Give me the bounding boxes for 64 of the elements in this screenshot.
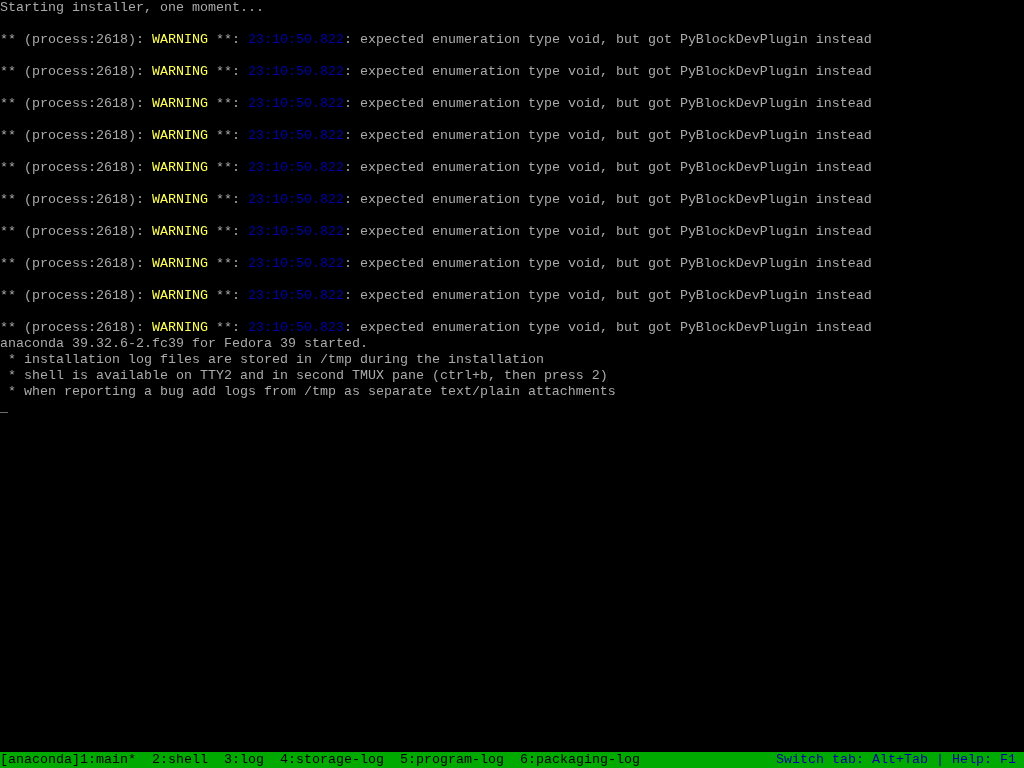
process-prefix: ** (process:2618): [0,96,144,111]
warning-label: WARNING [151,96,208,111]
warning-marker: **: [215,288,240,303]
warning-label: WARNING [151,320,208,335]
timestamp: 23:10:50.822 [247,32,344,47]
process-prefix: ** (process:2618): [0,320,144,335]
warning-message: : expected enumeration type void, but got PyBlockDevPlugin instead [343,32,872,47]
process-prefix: ** (process:2618): [0,192,144,207]
warning-marker: **: [215,32,240,47]
window-tab[interactable]: 4:storage-log [280,752,384,767]
console-line: * installation log files are stored in /tmp during the installation [7,352,544,367]
warning-label: WARNING [151,256,208,271]
console-line: * shell is available on TTY2 and in second TMUX pane (ctrl+b, then press 2) [7,368,608,383]
warning-marker: **: [215,96,240,111]
process-prefix: ** (process:2618): [0,160,144,175]
session-name: [anaconda] [0,752,80,767]
warning-message: : expected enumeration type void, but got PyBlockDevPlugin instead [343,224,872,239]
warning-marker: **: [215,160,240,175]
process-prefix: ** (process:2618): [0,288,144,303]
timestamp: 23:10:50.822 [247,192,344,207]
warning-marker: **: [215,256,240,271]
process-prefix: ** (process:2618): [0,64,144,79]
warning-marker: **: [215,128,240,143]
timestamp: 23:10:50.822 [247,128,344,143]
process-prefix: ** (process:2618): [0,128,144,143]
warning-message: : expected enumeration type void, but got PyBlockDevPlugin instead [343,96,872,111]
timestamp: 23:10:50.822 [247,224,344,239]
warning-message: : expected enumeration type void, but got PyBlockDevPlugin instead [343,288,872,303]
warning-label: WARNING [151,288,208,303]
timestamp: 23:10:50.822 [247,64,344,79]
window-tab[interactable]: 1:main* [80,752,136,767]
status-hint: Switch tab: Alt+Tab | Help: F1 [776,752,1016,768]
warning-marker: **: [215,224,240,239]
warning-marker: **: [215,64,240,79]
timestamp: 23:10:50.822 [247,256,344,271]
warning-message: : expected enumeration type void, but got PyBlockDevPlugin instead [343,160,872,175]
warning-message: : expected enumeration type void, but got PyBlockDevPlugin instead [343,256,872,271]
window-tab[interactable]: 3:log [224,752,264,767]
timestamp: 23:10:50.822 [247,160,344,175]
window-tab[interactable]: 2:shell [152,752,208,767]
console-line: * when reporting a bug add logs from /tmp as separate text/plain attachments [7,384,616,399]
console-line: Starting installer, one moment... [0,0,264,15]
text-cursor: _ [0,400,8,415]
timestamp: 23:10:50.822 [247,96,344,111]
timestamp: 23:10:50.822 [247,288,344,303]
warning-marker: **: [215,320,240,335]
warning-label: WARNING [151,64,208,79]
process-prefix: ** (process:2618): [0,32,144,47]
warning-label: WARNING [151,32,208,47]
warning-message: : expected enumeration type void, but got PyBlockDevPlugin instead [343,128,872,143]
process-prefix: ** (process:2618): [0,256,144,271]
warning-label: WARNING [151,128,208,143]
process-prefix: ** (process:2618): [0,224,144,239]
warning-label: WARNING [151,224,208,239]
warning-label: WARNING [151,192,208,207]
window-tab[interactable]: 5:program-log [399,752,504,767]
console-line: anaconda 39.32.6-2.fc39 for Fedora 39 started. [0,336,368,351]
window-tab[interactable]: 6:packaging-log [519,752,640,767]
warning-label: WARNING [151,160,208,175]
warning-marker: **: [215,192,240,207]
warning-message: : expected enumeration type void, but got PyBlockDevPlugin instead [343,192,872,207]
warning-message: : expected enumeration type void, but got PyBlockDevPlugin instead [343,320,872,335]
warning-message: : expected enumeration type void, but got PyBlockDevPlugin instead [343,64,872,79]
timestamp: 23:10:50.823 [247,320,344,335]
